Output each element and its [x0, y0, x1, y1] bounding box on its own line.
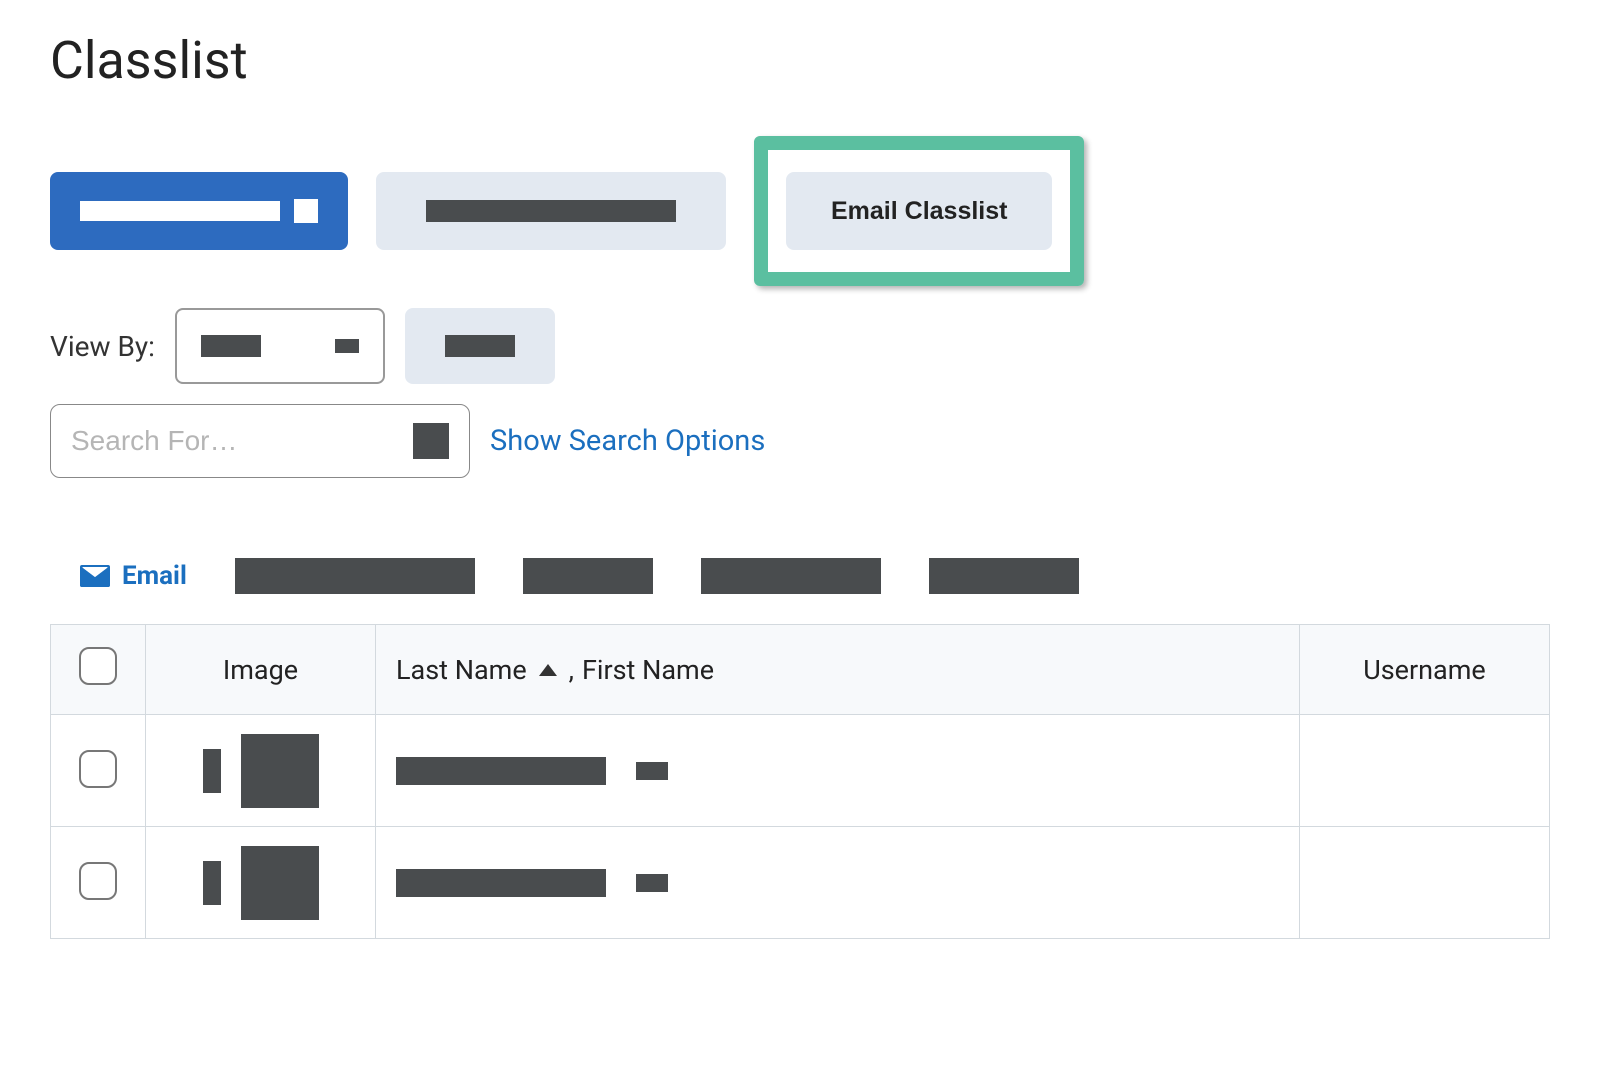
table-header-row: Image Last Name , First Name Username	[51, 625, 1550, 715]
show-search-options-link[interactable]: Show Search Options	[490, 424, 765, 458]
primary-action-button[interactable]	[50, 172, 348, 250]
name-cell[interactable]	[396, 869, 1279, 897]
dropdown-icon	[294, 199, 318, 223]
image-cell	[166, 846, 355, 920]
viewby-label: View By:	[50, 330, 155, 363]
secondary-action-button[interactable]	[376, 172, 726, 250]
page-title: Classlist	[50, 30, 1550, 91]
row-checkbox[interactable]	[79, 862, 117, 900]
redacted-text	[426, 200, 676, 222]
redacted-text	[201, 335, 261, 357]
search-icon[interactable]	[413, 423, 449, 459]
name-header[interactable]: Last Name , First Name	[376, 625, 1300, 715]
sort-ascending-icon	[539, 664, 557, 676]
email-action-link[interactable]: Email	[80, 561, 187, 591]
redacted-image	[203, 861, 221, 905]
redacted-action[interactable]	[235, 558, 475, 594]
avatar	[241, 734, 319, 808]
redacted-text	[396, 869, 606, 897]
select-all-checkbox[interactable]	[79, 647, 117, 685]
redacted-action[interactable]	[523, 558, 653, 594]
name-cell[interactable]	[396, 757, 1279, 785]
search-box[interactable]	[50, 404, 470, 478]
redacted-text	[636, 874, 668, 892]
redacted-action[interactable]	[701, 558, 881, 594]
select-all-header	[51, 625, 146, 715]
table-row	[51, 715, 1550, 827]
apply-button[interactable]	[405, 308, 555, 384]
redacted-action[interactable]	[929, 558, 1079, 594]
table-row	[51, 827, 1550, 939]
redacted-text	[636, 762, 668, 780]
last-name-label: Last Name	[396, 654, 527, 686]
name-separator: ,	[569, 654, 574, 686]
username-header[interactable]: Username	[1300, 625, 1550, 715]
image-header: Image	[146, 625, 376, 715]
email-classlist-button[interactable]: Email Classlist	[786, 172, 1052, 250]
classlist-table: Image Last Name , First Name Username	[50, 624, 1550, 939]
row-checkbox[interactable]	[79, 750, 117, 788]
search-row: Show Search Options	[50, 404, 1550, 478]
redacted-text	[396, 757, 606, 785]
avatar	[241, 846, 319, 920]
viewby-select[interactable]	[175, 308, 385, 384]
email-action-label: Email	[122, 561, 187, 591]
highlight-box: Email Classlist	[754, 136, 1084, 286]
first-name-label: First Name	[582, 654, 714, 686]
search-input[interactable]	[71, 425, 371, 457]
email-icon	[80, 565, 110, 587]
redacted-text	[80, 201, 280, 221]
viewby-row: View By:	[50, 308, 1550, 384]
toolbar: Email Classlist	[50, 136, 1550, 286]
redacted-image	[203, 749, 221, 793]
chevron-down-icon	[335, 339, 359, 353]
redacted-text	[445, 335, 515, 357]
image-cell	[166, 734, 355, 808]
actions-row: Email	[50, 558, 1550, 594]
